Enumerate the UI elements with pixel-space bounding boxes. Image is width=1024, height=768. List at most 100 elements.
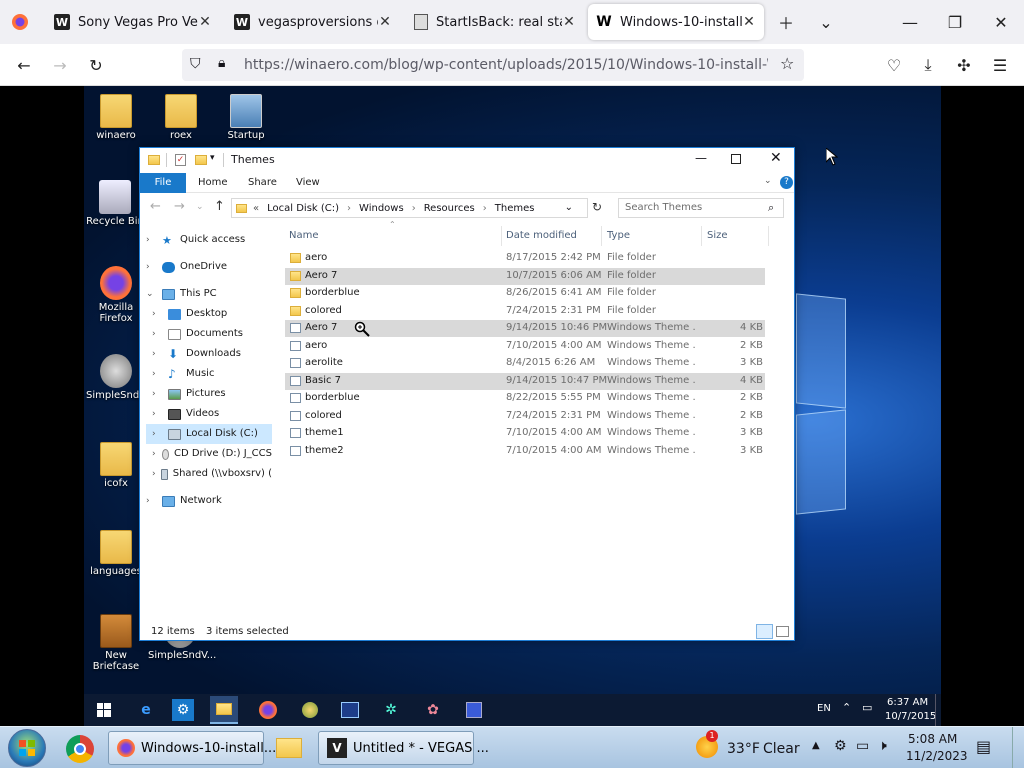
chevron-right-icon[interactable]: ›: [146, 230, 158, 250]
new-tab-button[interactable]: ＋: [772, 8, 800, 36]
nav-local-disk[interactable]: › Local Disk (C:): [146, 424, 272, 444]
close-icon[interactable]: ✕: [562, 14, 576, 30]
nav-this-pc[interactable]: ⌄ This PC: [146, 284, 217, 304]
chevron-right-icon[interactable]: ›: [152, 344, 164, 364]
chevron-right-icon[interactable]: ›: [152, 304, 164, 324]
table-row[interactable]: borderblue 8/22/2015 5:55 PM Windows Theme…: [285, 390, 765, 407]
bookmark-star-icon[interactable]: ☆: [780, 54, 794, 73]
forward-arrow-icon[interactable]: →: [46, 51, 74, 79]
nav-network[interactable]: › Network: [146, 491, 222, 511]
chevron-right-icon[interactable]: ›: [152, 424, 164, 444]
file-explorer-icon[interactable]: [276, 733, 306, 763]
downloads-icon[interactable]: ⤓: [914, 51, 942, 79]
chevron-right-icon[interactable]: ›: [152, 364, 164, 384]
up-arrow-icon[interactable]: ↑: [214, 199, 225, 214]
chrome-icon[interactable]: [66, 735, 94, 763]
host-clock-time[interactable]: 5:08 AM: [908, 732, 957, 746]
close-icon[interactable]: ✕: [198, 14, 212, 30]
breadcrumb-windows[interactable]: Windows: [359, 203, 404, 214]
vm-clock-date[interactable]: 10/7/2015: [885, 711, 936, 722]
chevron-right-icon[interactable]: ›: [152, 324, 164, 344]
nav-documents[interactable]: › Documents: [152, 324, 243, 344]
column-divider[interactable]: [768, 226, 769, 246]
minimize-button[interactable]: —: [695, 151, 707, 165]
breadcrumb-local-disk[interactable]: Local Disk (C:): [267, 203, 339, 214]
new-folder-icon[interactable]: [195, 155, 207, 165]
refresh-icon[interactable]: ↻: [592, 200, 602, 214]
column-divider[interactable]: [601, 226, 602, 246]
lock-icon[interactable]: 🔒︎: [218, 55, 225, 71]
show-desktop-button[interactable]: [1012, 727, 1024, 768]
desktop-icon-recycle-bin[interactable]: Recycle Bin: [84, 180, 146, 227]
hamburger-menu-icon[interactable]: ☰: [986, 51, 1014, 79]
large-icons-view-button[interactable]: [776, 626, 789, 637]
app-taskbar-icon[interactable]: [296, 696, 324, 724]
network-monitor-icon[interactable]: ▭: [856, 738, 869, 754]
task-vegas-window[interactable]: V Untitled * - VEGAS ...: [318, 731, 489, 765]
list-tabs-chevron-down-icon[interactable]: ⌄: [812, 8, 840, 36]
tab-file[interactable]: File: [140, 173, 186, 193]
browser-tab-3[interactable]: StartIsBack: real start m ✕: [406, 4, 584, 40]
nav-downloads[interactable]: › ⬇ Downloads: [152, 344, 241, 364]
show-desktop-button[interactable]: [935, 694, 941, 726]
search-icon[interactable]: ⌕: [768, 201, 774, 215]
nav-videos[interactable]: › Videos: [152, 404, 219, 424]
weather-condition[interactable]: Clear: [763, 741, 800, 757]
help-icon[interactable]: ?: [780, 176, 793, 189]
tray-chevron-up-icon[interactable]: ⌃: [842, 701, 851, 714]
nav-music[interactable]: › ♪ Music: [152, 364, 214, 384]
close-button[interactable]: ✕: [770, 150, 782, 166]
vm-clock-time[interactable]: 6:37 AM: [887, 697, 928, 708]
nav-desktop[interactable]: › Desktop: [152, 304, 227, 324]
tray-app-icon[interactable]: ⚙: [834, 738, 847, 754]
browser-tab-2[interactable]: W vegasproversions direct ✕: [226, 4, 400, 40]
column-divider[interactable]: [701, 226, 702, 246]
desktop-icon-winaero[interactable]: winaero: [84, 94, 148, 141]
nav-cd-drive[interactable]: › CD Drive (D:) J_CCS: [152, 444, 272, 464]
breadcrumb-overflow[interactable]: «: [253, 203, 259, 214]
file-explorer-window[interactable]: ✓ ▾ Themes — ✕ File Home Share View ⌄ ? …: [139, 147, 795, 641]
host-clock-date[interactable]: 11/2/2023: [906, 749, 968, 763]
column-header-date-modified[interactable]: Date modified: [506, 230, 577, 241]
settings-gear-icon[interactable]: ⚙: [172, 699, 194, 721]
edge-icon[interactable]: e: [132, 696, 160, 724]
chevron-right-icon[interactable]: ›: [146, 491, 158, 511]
browser-tab-4-active[interactable]: W Windows-10-install-Wi ✕: [588, 4, 764, 40]
notifications-icon[interactable]: ▤: [976, 737, 991, 756]
tab-home[interactable]: Home: [198, 173, 228, 193]
chevron-down-icon[interactable]: ⌄: [146, 284, 158, 304]
volume-muted-icon[interactable]: 🕨︎: [878, 738, 887, 754]
table-row[interactable]: aero 8/17/2015 2:42 PM File folder: [285, 250, 765, 267]
table-row[interactable]: colored 7/24/2015 2:31 PM File folder: [285, 303, 765, 320]
table-row[interactable]: theme1 7/10/2015 4:00 AM Windows Theme ...…: [285, 425, 765, 442]
column-header-type[interactable]: Type: [607, 230, 630, 241]
url-text[interactable]: https://winaero.com/blog/wp-content/uplo…: [244, 57, 768, 73]
nav-onedrive[interactable]: › OneDrive: [146, 257, 227, 277]
forward-arrow-icon[interactable]: →: [174, 199, 185, 214]
tool-taskbar-icon[interactable]: ✲: [377, 696, 405, 724]
chevron-right-icon[interactable]: ›: [152, 404, 164, 424]
save-disk-taskbar-icon[interactable]: [460, 696, 488, 724]
chevron-right-icon[interactable]: ›: [146, 257, 158, 277]
network-tray-icon[interactable]: ▭: [862, 701, 872, 714]
url-bar[interactable]: ⛉ 🔒︎ https://winaero.com/blog/wp-content…: [182, 49, 804, 81]
firefox-taskbar-icon[interactable]: [254, 696, 282, 724]
nav-quick-access[interactable]: › ★ Quick access: [146, 230, 245, 250]
table-row[interactable]: theme2 7/10/2015 4:00 AM Windows Theme ...…: [285, 443, 765, 460]
address-dropdown-chevron-icon[interactable]: ⌄: [565, 202, 573, 213]
table-row[interactable]: aerolite 8/4/2015 6:26 AM Windows Theme ..…: [285, 355, 765, 372]
firefox-menu-icon[interactable]: [6, 8, 34, 36]
quick-access-dropdown-icon[interactable]: ▾: [210, 153, 215, 163]
table-row[interactable]: colored 7/24/2015 2:31 PM Windows Theme ..…: [285, 408, 765, 425]
nav-pictures[interactable]: › Pictures: [152, 384, 226, 404]
close-icon[interactable]: ✕: [742, 14, 756, 30]
column-header-size[interactable]: Size: [707, 230, 728, 241]
column-divider[interactable]: [501, 226, 502, 246]
maximize-button[interactable]: [731, 154, 741, 164]
details-view-button[interactable]: [756, 624, 773, 639]
recent-locations-chevron-icon[interactable]: ⌄: [196, 202, 204, 212]
task-firefox-window[interactable]: Windows-10-install...: [108, 731, 276, 765]
restore-button[interactable]: ❐: [941, 8, 969, 36]
extensions-icon[interactable]: ✣: [950, 51, 978, 79]
chevron-right-icon[interactable]: ›: [152, 464, 157, 484]
